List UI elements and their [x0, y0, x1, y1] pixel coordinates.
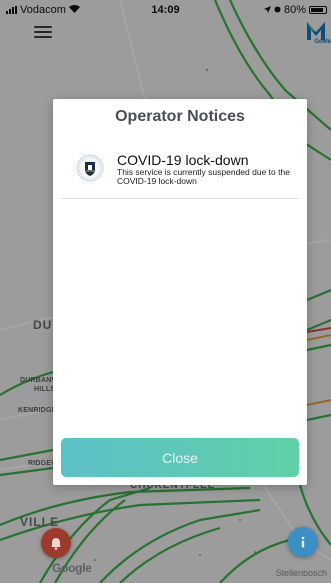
alert-button[interactable] [41, 528, 71, 558]
dialog-title: Operator Notices [115, 108, 245, 125]
notice-body: This service is currently suspended due … [117, 167, 290, 186]
alert-bell-icon [51, 537, 61, 550]
map-attribution: Google [52, 561, 92, 575]
notice-title: COVID-19 lock-down [117, 152, 249, 168]
notice-item[interactable]: COVID-19 lock-down This service is curre… [61, 147, 299, 199]
university-crest-icon [76, 154, 104, 182]
operator-notices-dialog: Operator Notices COVID-19 lock-down This… [53, 99, 307, 485]
info-button[interactable] [288, 527, 318, 557]
info-icon [301, 536, 305, 548]
close-button[interactable]: Close [61, 438, 299, 477]
map-label-stellenbosch: Stellenbosch [275, 568, 327, 578]
